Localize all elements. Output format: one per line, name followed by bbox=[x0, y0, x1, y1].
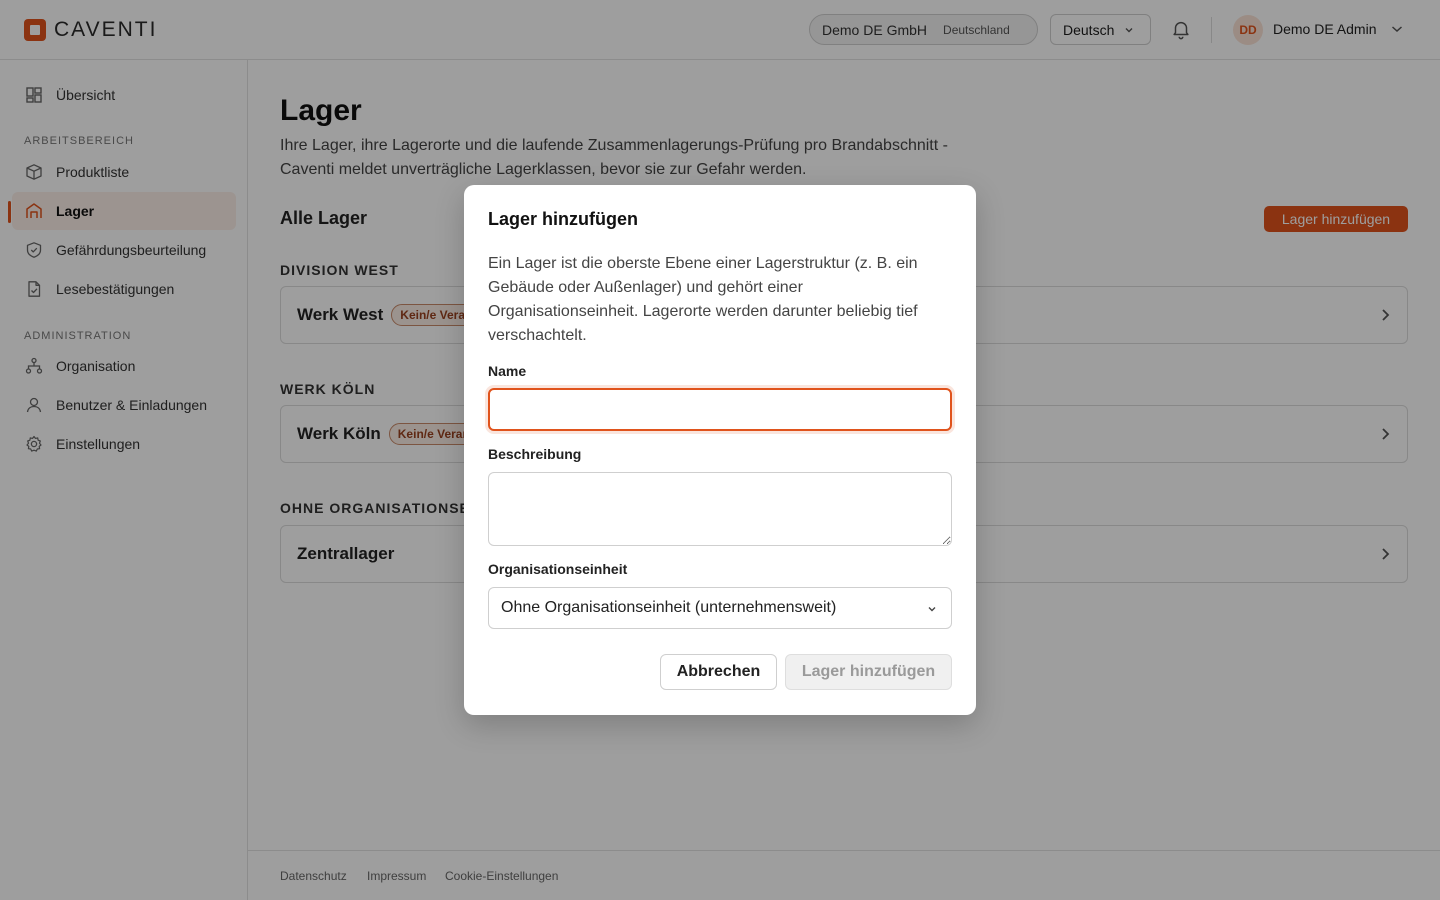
submit-button[interactable]: Lager hinzufügen bbox=[785, 654, 952, 690]
org-unit-field-label: Organisationseinheit bbox=[488, 561, 628, 577]
name-field-label: Name bbox=[488, 363, 527, 379]
name-input[interactable] bbox=[488, 388, 952, 431]
dialog-title: Lager hinzufügen bbox=[488, 209, 638, 229]
add-warehouse-dialog: Lager hinzufügen Ein Lager ist die obers… bbox=[464, 185, 976, 715]
org-unit-select[interactable]: Ohne Organisationseinheit (unternehmensw… bbox=[488, 587, 952, 629]
description-field-label: Beschreibung bbox=[488, 446, 582, 462]
cancel-button[interactable]: Abbrechen bbox=[660, 654, 777, 690]
dialog-description: Ein Lager ist die oberste Ebene einer La… bbox=[488, 255, 918, 344]
chevron-down-icon bbox=[928, 607, 936, 612]
description-textarea[interactable] bbox=[488, 472, 952, 546]
org-unit-value: Ohne Organisationseinheit (unternehmensw… bbox=[501, 599, 837, 616]
